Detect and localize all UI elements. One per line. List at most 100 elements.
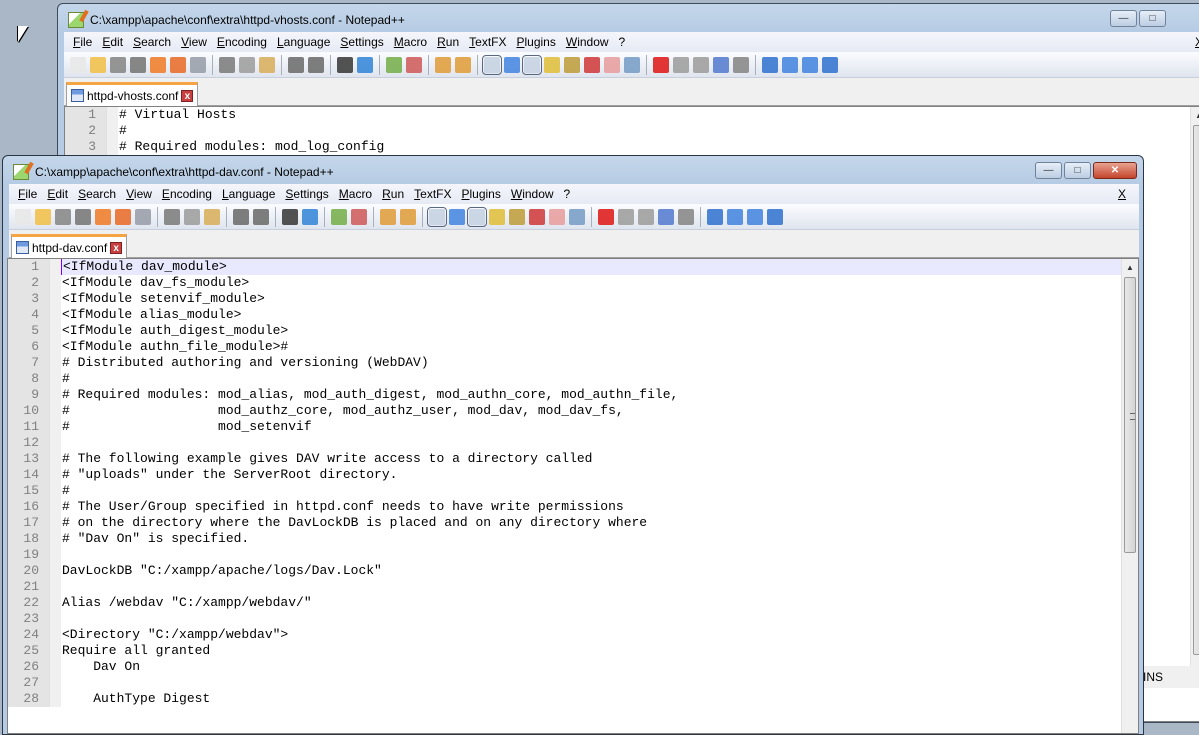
menu-plugins[interactable]: Plugins (456, 187, 505, 201)
menu-view[interactable]: View (121, 187, 157, 201)
save-icon[interactable] (55, 208, 71, 225)
menu-language[interactable]: Language (272, 35, 335, 49)
tab-close-icon[interactable]: x (110, 241, 123, 254)
folder-icon[interactable] (549, 208, 565, 225)
close-document-button[interactable]: X (1190, 35, 1199, 49)
menu-view[interactable]: View (176, 35, 212, 49)
zoom-in-icon[interactable] (386, 56, 402, 73)
maximize-button[interactable]: □ (1064, 162, 1091, 179)
zoom-out-icon[interactable] (351, 208, 367, 225)
stop-macro-icon[interactable] (673, 56, 689, 73)
up-icon[interactable] (782, 56, 798, 73)
close-all-icon[interactable] (170, 56, 186, 73)
record-macro-icon[interactable] (598, 208, 614, 225)
find-icon[interactable] (337, 56, 353, 73)
folder-icon[interactable] (604, 56, 620, 73)
new-file-icon[interactable] (15, 208, 31, 225)
function-list-icon[interactable] (529, 208, 545, 225)
play-macro-icon[interactable] (638, 208, 654, 225)
replace-icon[interactable] (357, 56, 373, 73)
menu-edit[interactable]: Edit (97, 35, 128, 49)
sync-horizontal-icon[interactable] (400, 208, 416, 225)
first-icon[interactable] (707, 208, 723, 225)
up-icon[interactable] (727, 208, 743, 225)
undo-icon[interactable] (233, 208, 249, 225)
last-icon[interactable] (767, 208, 783, 225)
code-editor[interactable]: 1 <IfModule dav_module> 2 <IfModule dav_fs_… (7, 258, 1139, 734)
indent-guide-icon[interactable] (522, 54, 542, 75)
menu-plugins[interactable]: Plugins (511, 35, 560, 49)
menu-encoding[interactable]: Encoding (157, 187, 217, 201)
close-icon[interactable] (95, 208, 111, 225)
tab-close-icon[interactable]: x (181, 89, 194, 102)
undo-icon[interactable] (288, 56, 304, 73)
print-icon[interactable] (135, 208, 151, 225)
replace-icon[interactable] (302, 208, 318, 225)
doc-map-icon[interactable] (509, 208, 525, 225)
down-icon[interactable] (747, 208, 763, 225)
function-list-icon[interactable] (584, 56, 600, 73)
save-macro-icon[interactable] (733, 56, 749, 73)
last-icon[interactable] (822, 56, 838, 73)
minimize-button[interactable]: — (1035, 162, 1062, 179)
menu-language[interactable]: Language (217, 187, 280, 201)
menu-textfx[interactable]: TextFX (464, 35, 511, 49)
run-macro-multiple-icon[interactable] (713, 56, 729, 73)
menu-search[interactable]: Search (73, 187, 121, 201)
menu-search[interactable]: Search (128, 35, 176, 49)
open-file-icon[interactable] (90, 56, 106, 73)
minimize-button[interactable]: — (1110, 10, 1137, 27)
vertical-scrollbar[interactable]: ▲▼ (1190, 107, 1199, 679)
word-wrap-icon[interactable] (482, 54, 502, 75)
zoom-in-icon[interactable] (331, 208, 347, 225)
print-icon[interactable] (190, 56, 206, 73)
menu-settings[interactable]: Settings (335, 35, 388, 49)
monitor-icon[interactable] (624, 56, 640, 73)
vertical-scrollbar[interactable]: ▲ (1121, 259, 1138, 733)
menu-help[interactable]: ? (559, 187, 576, 201)
run-macro-multiple-icon[interactable] (658, 208, 674, 225)
new-file-icon[interactable] (70, 56, 86, 73)
doc-map-icon[interactable] (564, 56, 580, 73)
show-all-chars-icon[interactable] (449, 208, 465, 225)
menu-file[interactable]: File (68, 35, 97, 49)
maximize-button[interactable]: □ (1139, 10, 1166, 27)
stop-macro-icon[interactable] (618, 208, 634, 225)
sync-vertical-icon[interactable] (380, 208, 396, 225)
save-icon[interactable] (110, 56, 126, 73)
menu-window[interactable]: Window (561, 35, 614, 49)
scroll-up-icon[interactable]: ▲ (1122, 259, 1138, 276)
menu-run[interactable]: Run (432, 35, 464, 49)
first-icon[interactable] (762, 56, 778, 73)
down-icon[interactable] (802, 56, 818, 73)
menu-macro[interactable]: Macro (334, 187, 377, 201)
menu-settings[interactable]: Settings (280, 187, 333, 201)
scrollbar-thumb[interactable] (1124, 277, 1136, 553)
menu-file[interactable]: File (13, 187, 42, 201)
udl-icon[interactable] (544, 56, 560, 73)
udl-icon[interactable] (489, 208, 505, 225)
close-document-button[interactable]: X (1113, 187, 1131, 201)
cut-icon[interactable] (219, 56, 235, 73)
close-button[interactable]: ✕ (1093, 162, 1137, 179)
menu-help[interactable]: ? (614, 35, 631, 49)
front-notepad-window[interactable]: C:\xampp\apache\conf\extra\httpd-dav.con… (2, 155, 1144, 735)
sync-horizontal-icon[interactable] (455, 56, 471, 73)
paste-icon[interactable] (259, 56, 275, 73)
save-all-icon[interactable] (75, 208, 91, 225)
close-all-icon[interactable] (115, 208, 131, 225)
menu-encoding[interactable]: Encoding (212, 35, 272, 49)
save-macro-icon[interactable] (678, 208, 694, 225)
menu-macro[interactable]: Macro (389, 35, 432, 49)
menu-window[interactable]: Window (506, 187, 559, 201)
tab-httpd-vhosts[interactable]: httpd-vhosts.conf x (66, 82, 199, 106)
scroll-up-icon[interactable]: ▲ (1191, 107, 1199, 124)
redo-icon[interactable] (308, 56, 324, 73)
redo-icon[interactable] (253, 208, 269, 225)
open-file-icon[interactable] (35, 208, 51, 225)
zoom-out-icon[interactable] (406, 56, 422, 73)
find-icon[interactable] (282, 208, 298, 225)
scrollbar-thumb[interactable] (1193, 125, 1199, 655)
record-macro-icon[interactable] (653, 56, 669, 73)
monitor-icon[interactable] (569, 208, 585, 225)
